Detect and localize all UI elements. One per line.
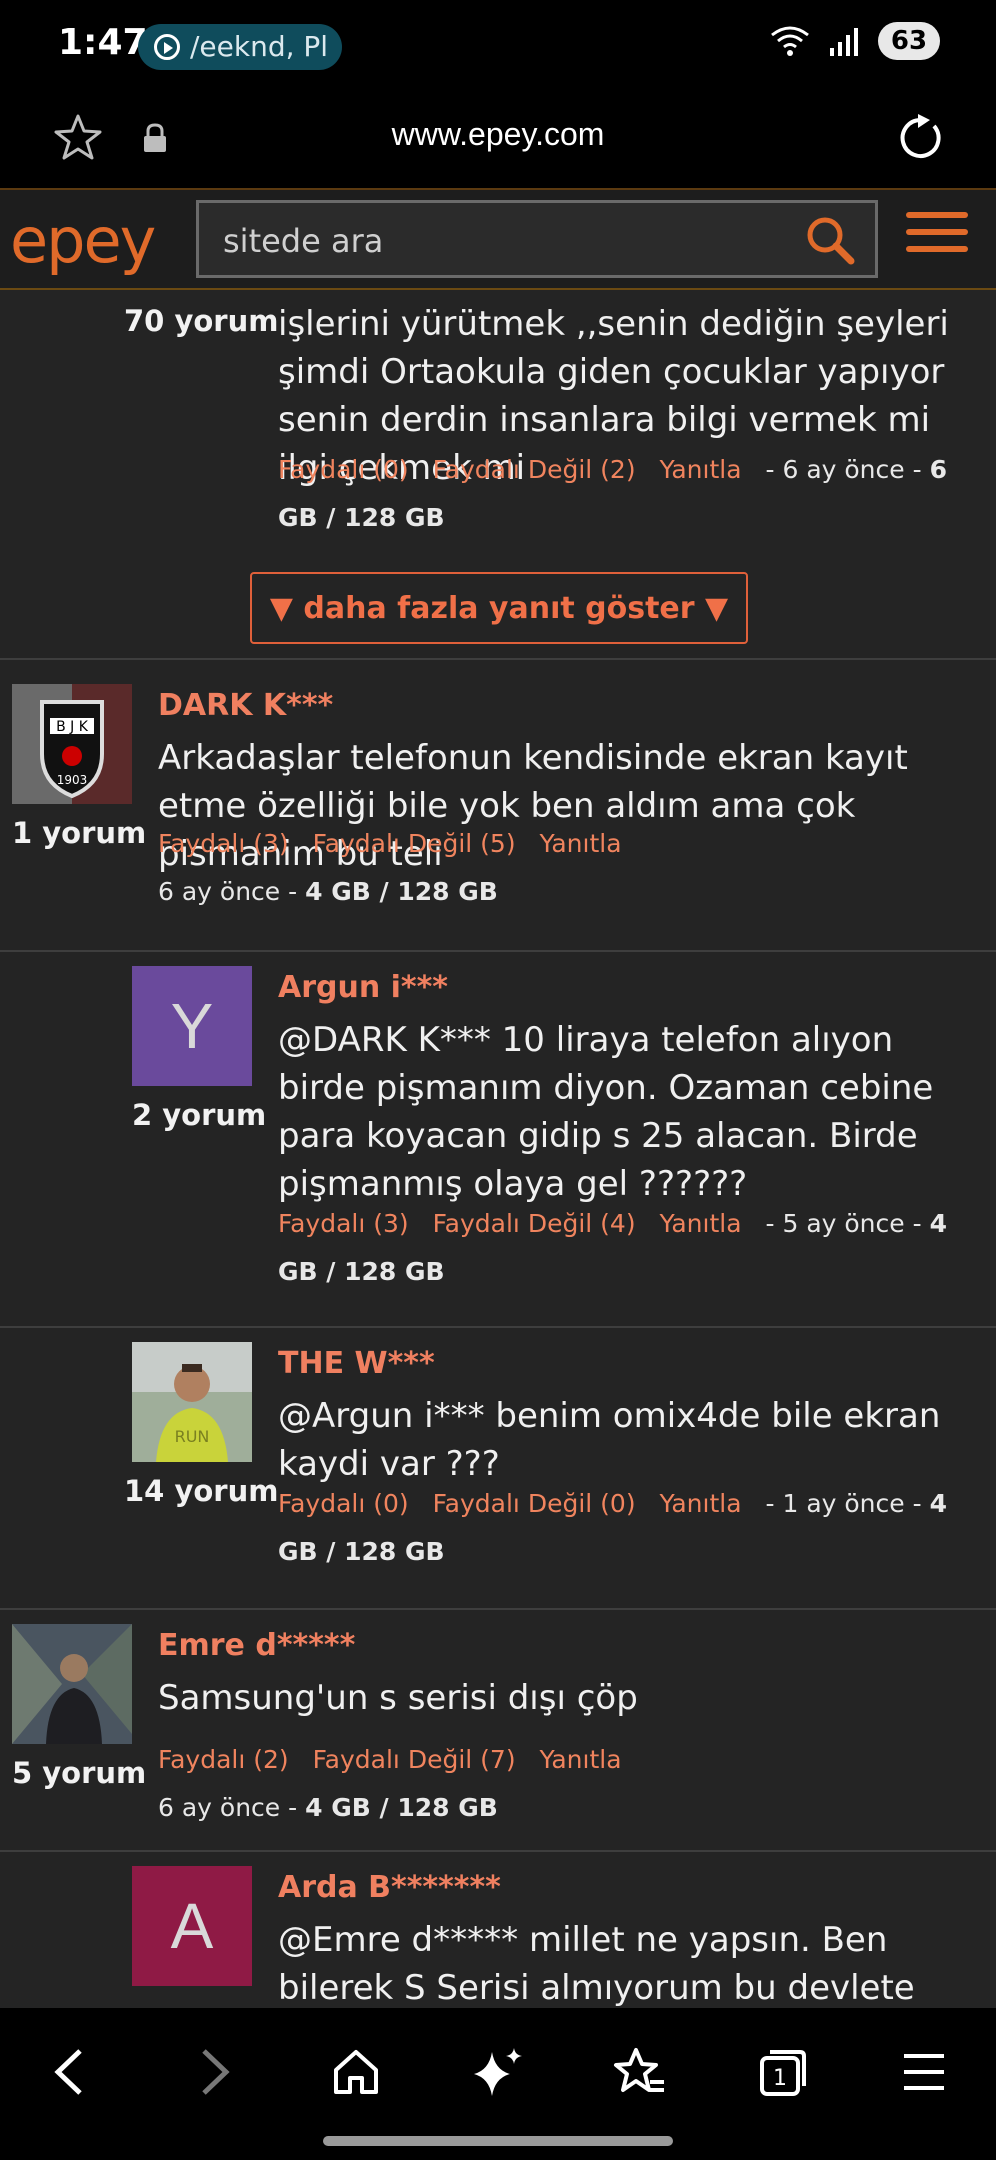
status-time: 1:47 <box>58 22 148 63</box>
menu-button[interactable] <box>888 2036 960 2108</box>
svg-text:RUN: RUN <box>175 1427 210 1446</box>
search-icon[interactable] <box>803 213 857 267</box>
comment-time: - 1 ay önce - <box>765 1489 922 1518</box>
avatar: A <box>132 1866 252 1986</box>
tabs-count: 1 <box>773 2066 787 2091</box>
comment-author[interactable]: THE W*** <box>278 1346 435 1381</box>
comment-meta: Faydalı (0) Faydalı Değil (2) Yanıtla - … <box>278 446 978 542</box>
comment-reply: RUN 14 yorum THE W*** @Argun i*** benim … <box>0 1328 996 1610</box>
home-button[interactable] <box>320 2036 392 2108</box>
comment-item: B J K 1903 1 yorum DARK K*** Arkadaşlar … <box>0 670 996 952</box>
media-text: /eeknd, Pl <box>190 30 329 63</box>
site-header: epey <box>0 188 996 290</box>
comment-author[interactable]: Argun i*** <box>278 970 448 1005</box>
comment-meta: Faydalı (3) Faydalı Değil (5) Yanıtla 6 … <box>158 820 978 916</box>
comment-time: 6 ay önce - <box>158 877 298 906</box>
comment-text: Samsung'un s serisi dışı çöp <box>158 1678 638 1718</box>
comment-partial: 70 yorum işlerini yürütmek ,,senin dediğ… <box>0 290 996 660</box>
avatar: Y <box>132 966 252 1086</box>
bookmarks-icon <box>614 2048 664 2092</box>
svg-text:1903: 1903 <box>57 773 88 787</box>
menu-icon <box>904 2054 944 2090</box>
wifi-icon <box>771 26 809 56</box>
play-icon <box>154 34 180 60</box>
reply-link[interactable]: Yanıtla <box>540 1745 622 1774</box>
comment-count: 70 yorum <box>124 304 279 338</box>
browser-toolbar: www.epey.com <box>0 92 996 188</box>
tabs-button[interactable]: 1 <box>746 2036 818 2108</box>
comment-count: 14 yorum <box>124 1474 279 1508</box>
useful-link[interactable]: Faydalı (3) <box>278 1209 409 1238</box>
comment-reply: A Arda B******* @Emre d***** millet ne y… <box>0 1852 996 2008</box>
comment-count: 1 yorum <box>12 816 147 850</box>
device-spec: 4 GB / 128 GB <box>305 1793 498 1822</box>
ai-button[interactable] <box>462 2036 534 2108</box>
not-useful-link[interactable]: Faydalı Değil (5) <box>313 829 516 858</box>
site-menu-icon[interactable] <box>906 212 968 258</box>
home-icon <box>334 2050 378 2094</box>
sparkle-icon <box>474 2048 522 2096</box>
bookmarks-button[interactable] <box>604 2036 676 2108</box>
comment-item: 5 yorum Emre d***** Samsung'un s serisi … <box>0 1610 996 1852</box>
forward-button[interactable] <box>178 2036 250 2108</box>
battery-indicator: 63 <box>878 22 940 60</box>
svg-text:B J K: B J K <box>56 719 89 735</box>
back-icon <box>54 2049 82 2095</box>
tabs-icon: 1 <box>760 2050 806 2096</box>
not-useful-link[interactable]: Faydalı Değil (4) <box>433 1209 636 1238</box>
bjk-badge-icon: B J K 1903 <box>12 684 132 804</box>
reload-icon[interactable] <box>894 112 946 164</box>
comment-text: @DARK K*** 10 liraya telefon alıyon bird… <box>278 1020 934 1204</box>
home-indicator[interactable] <box>323 2136 673 2146</box>
comment-author[interactable]: DARK K*** <box>158 688 333 723</box>
useful-link[interactable]: Faydalı (0) <box>278 455 409 484</box>
comment-author[interactable]: Arda B******* <box>278 1870 501 1905</box>
comment-author[interactable]: Emre d***** <box>158 1628 355 1663</box>
avatar: RUN <box>132 1342 252 1462</box>
avatar: B J K 1903 <box>12 684 132 804</box>
show-more-replies-button[interactable]: ▼ daha fazla yanıt göster ▼ <box>250 572 748 644</box>
not-useful-link[interactable]: Faydalı Değil (2) <box>433 455 636 484</box>
site-logo[interactable]: epey <box>10 204 156 277</box>
signal-icon <box>830 28 858 56</box>
comment-time: - 5 ay önce - <box>765 1209 922 1238</box>
comment-time: - 6 ay önce - <box>765 455 922 484</box>
user-photo-icon <box>12 1624 132 1744</box>
comment-meta: Faydalı (3) Faydalı Değil (4) Yanıtla - … <box>278 1200 978 1296</box>
comment-text: @Argun i*** benim omix4de bile ekran kay… <box>278 1396 941 1484</box>
user-photo-icon: RUN <box>132 1342 252 1462</box>
reply-link[interactable]: Yanıtla <box>660 455 742 484</box>
forward-icon <box>202 2049 230 2095</box>
url-bar[interactable]: www.epey.com <box>0 116 996 153</box>
status-bar: 1:47 /eeknd, Pl 63 <box>0 0 996 92</box>
search-input[interactable] <box>221 215 785 267</box>
useful-link[interactable]: Faydalı (3) <box>158 829 289 858</box>
not-useful-link[interactable]: Faydalı Değil (0) <box>433 1489 636 1518</box>
media-pill[interactable]: /eeknd, Pl <box>138 24 342 70</box>
avatar <box>12 1624 132 1744</box>
comment-text: @Emre d***** millet ne yapsın. Ben biler… <box>278 1920 915 2008</box>
back-button[interactable] <box>34 2036 106 2108</box>
reply-link[interactable]: Yanıtla <box>660 1489 742 1518</box>
device-spec: 4 GB / 128 GB <box>305 877 498 906</box>
comment-meta: Faydalı (2) Faydalı Değil (7) Yanıtla 6 … <box>158 1736 978 1832</box>
comment-time: 6 ay önce - <box>158 1793 298 1822</box>
comment-meta: Faydalı (0) Faydalı Değil (0) Yanıtla - … <box>278 1480 978 1576</box>
useful-link[interactable]: Faydalı (2) <box>158 1745 289 1774</box>
status-icons: 63 <box>770 22 940 60</box>
reply-link[interactable]: Yanıtla <box>540 829 622 858</box>
search-box <box>196 200 878 278</box>
comment-count: 5 yorum <box>12 1756 147 1790</box>
comments-list: 70 yorum işlerini yürütmek ,,senin dediğ… <box>0 290 996 2008</box>
comment-count: 2 yorum <box>132 1098 267 1132</box>
not-useful-link[interactable]: Faydalı Değil (7) <box>313 1745 516 1774</box>
comment-reply: Y 2 yorum Argun i*** @DARK K*** 10 liray… <box>0 952 996 1328</box>
useful-link[interactable]: Faydalı (0) <box>278 1489 409 1518</box>
reply-link[interactable]: Yanıtla <box>660 1209 742 1238</box>
